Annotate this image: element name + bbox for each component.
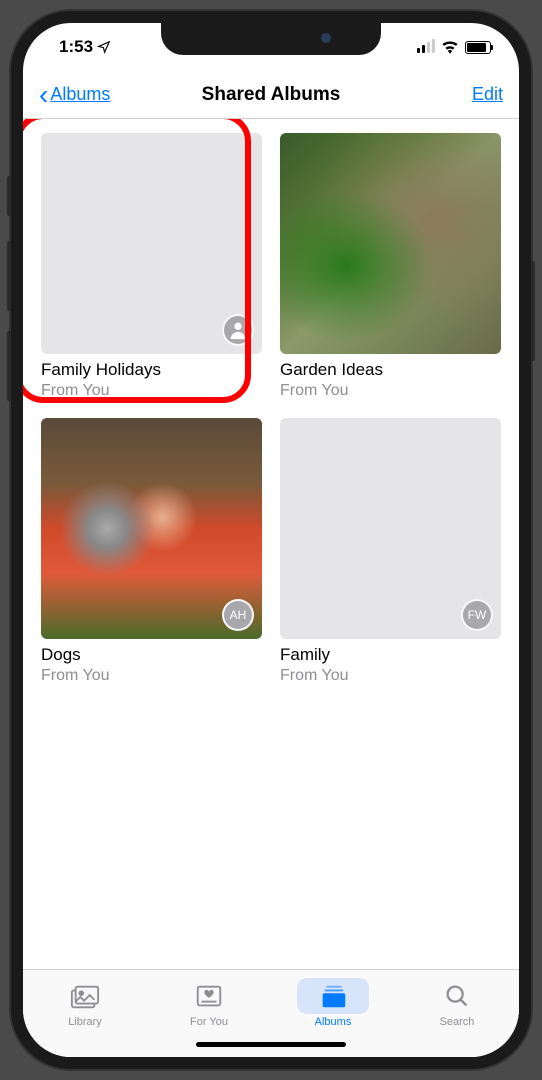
mute-switch — [7, 176, 11, 216]
cellular-signal-icon — [417, 41, 435, 53]
volume-up-button — [7, 241, 11, 311]
tab-for-you[interactable]: For You — [164, 978, 254, 1028]
camera-dot — [321, 33, 331, 43]
notch — [161, 23, 381, 55]
back-button[interactable]: ‹ Albums — [39, 81, 110, 109]
nav-bar: ‹ Albums Shared Albums Edit — [23, 71, 519, 119]
person-icon — [222, 314, 254, 346]
album-thumbnail: AH — [41, 418, 262, 639]
album-title: Family Holidays — [41, 360, 262, 380]
page-title: Shared Albums — [202, 84, 341, 106]
tab-label: Albums — [315, 1016, 352, 1028]
shared-badge: AH — [222, 599, 254, 631]
shared-badge: FW — [461, 599, 493, 631]
phone-frame: 1:53 ‹ Albums Shared Albums Edit — [11, 11, 531, 1069]
album-title: Family — [280, 645, 501, 665]
album-dogs[interactable]: AH Dogs From You — [41, 418, 262, 685]
album-subtitle: From You — [41, 667, 262, 685]
edit-button[interactable]: Edit — [472, 84, 503, 105]
tab-label: Library — [68, 1016, 102, 1028]
tab-library[interactable]: Library — [40, 978, 130, 1028]
home-indicator[interactable] — [196, 1042, 346, 1047]
content-area: Family Holidays From You Garden Ideas Fr… — [23, 119, 519, 969]
search-icon — [442, 982, 472, 1010]
albums-icon — [318, 982, 348, 1010]
album-title: Garden Ideas — [280, 360, 501, 380]
battery-icon — [465, 41, 491, 54]
chevron-left-icon: ‹ — [39, 81, 48, 109]
album-subtitle: From You — [280, 382, 501, 400]
album-thumbnail — [280, 133, 501, 354]
tab-search[interactable]: Search — [412, 978, 502, 1028]
tab-albums[interactable]: Albums — [288, 978, 378, 1028]
wifi-icon — [441, 40, 459, 54]
album-title: Dogs — [41, 645, 262, 665]
album-thumbnail: FW — [280, 418, 501, 639]
location-icon — [97, 40, 111, 54]
album-subtitle: From You — [280, 667, 501, 685]
screen: 1:53 ‹ Albums Shared Albums Edit — [23, 23, 519, 1057]
side-button — [531, 261, 535, 361]
tab-label: Search — [440, 1016, 475, 1028]
albums-grid: Family Holidays From You Garden Ideas Fr… — [41, 133, 501, 685]
album-thumbnail — [41, 133, 262, 354]
album-garden-ideas[interactable]: Garden Ideas From You — [280, 133, 501, 400]
foryou-icon — [194, 982, 224, 1010]
volume-down-button — [7, 331, 11, 401]
status-time: 1:53 — [59, 37, 93, 57]
album-family-holidays[interactable]: Family Holidays From You — [41, 133, 262, 400]
library-icon — [70, 982, 100, 1010]
album-subtitle: From You — [41, 382, 262, 400]
album-family[interactable]: FW Family From You — [280, 418, 501, 685]
tab-label: For You — [190, 1016, 228, 1028]
back-label: Albums — [50, 84, 110, 105]
